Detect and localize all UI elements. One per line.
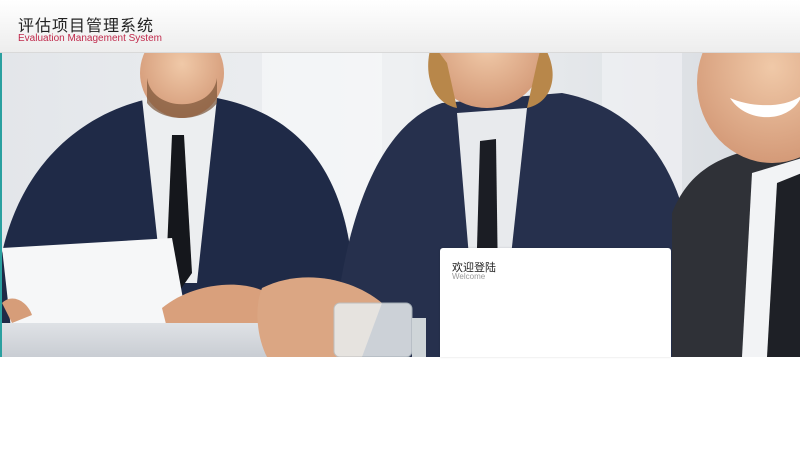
business-meeting-photo: [2, 53, 800, 357]
login-panel: 欢迎登陆 Welcome: [440, 248, 671, 357]
app-header: 评估项目管理系统 Evaluation Management System: [0, 0, 800, 53]
app-subtitle: Evaluation Management System: [18, 33, 162, 44]
login-subtitle: Welcome: [452, 272, 486, 281]
hero-banner-image: [0, 53, 800, 357]
